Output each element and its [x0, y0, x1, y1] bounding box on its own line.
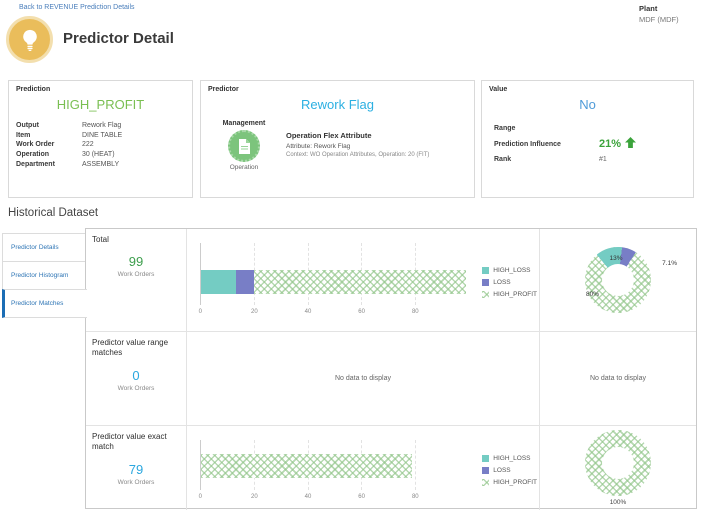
operation-document-icon: [228, 130, 260, 162]
predictor-value: Rework Flag: [301, 97, 374, 112]
prediction-field-row: Work Order 222: [16, 141, 94, 149]
range-row: Range: [494, 125, 516, 132]
influence-up-arrow-icon: [625, 135, 637, 153]
value-card: Value No Range Prediction Influence 21% …: [481, 80, 694, 198]
donut-label-high-loss: 13%: [609, 255, 623, 262]
range-matches-donut-nodata: No data to display: [540, 332, 696, 426]
legend-swatch-high-loss: [482, 454, 490, 462]
legend-swatch-loss: [482, 278, 490, 286]
exact-match-donut: [585, 430, 651, 496]
predictor-card-title: Predictor: [208, 86, 239, 93]
predictor-current-value: No: [579, 97, 596, 112]
plant-context: Plant MDF (MDF): [639, 4, 694, 24]
legend-swatch-high-profit: [482, 478, 490, 486]
total-row-header: Total 99 Work Orders: [86, 229, 187, 332]
exact-match-donut-chart: 100%: [540, 426, 696, 510]
prediction-card-title: Prediction: [16, 86, 51, 93]
total-count: 99: [128, 254, 144, 270]
rank-row: Rank #1: [494, 156, 607, 163]
lightbulb-icon: [6, 16, 53, 63]
management-label: Management: [222, 120, 266, 127]
prediction-card: Prediction HIGH_PROFIT Output Rework Flag…: [8, 80, 193, 198]
donut-label-high-profit: 80%: [586, 291, 600, 298]
bar-segment-high-profit: [254, 270, 466, 294]
total-donut-chart: 13% 7.1% 80%: [540, 229, 696, 332]
historical-dataset-title: Historical Dataset: [8, 207, 99, 219]
plant-value: MDF (MDF): [639, 15, 679, 24]
chart-legend: HIGH_LOSS LOSS HIGH_PROFIT: [468, 432, 537, 508]
legend-high-profit[interactable]: HIGH_PROFIT: [482, 478, 537, 486]
legend-high-profit[interactable]: HIGH_PROFIT: [482, 290, 537, 298]
range-matches-bar-nodata: No data to display: [187, 332, 540, 426]
value-card-title: Value: [489, 86, 508, 93]
total-stacked-bar: [201, 270, 468, 294]
bar-segment-high-loss: [201, 270, 236, 294]
legend-high-loss[interactable]: HIGH_LOSS: [482, 266, 537, 274]
plant-label: Plant: [639, 4, 658, 13]
predictor-card: Predictor Rework Flag Management Operati…: [200, 80, 475, 198]
exact-match-bar-chart: 0 20 40 60 80 HIGH_LOSS LOSS HIGH_PROFIT: [187, 426, 540, 510]
back-to-prediction-details-link[interactable]: Back to REVENUE Prediction Details: [19, 4, 135, 11]
bar-segment-high-profit: [201, 454, 413, 478]
context-line: Context: WO Operation Attributes, Operat…: [286, 152, 430, 158]
historical-dataset-panel: Total 99 Work Orders 0 20 40 60 80 HIGH_…: [85, 228, 697, 510]
donut-label-loss: 7.1%: [662, 260, 677, 267]
chart-legend: HIGH_LOSS LOSS HIGH_PROFIT: [468, 235, 537, 329]
historical-tabs: Predictor Details Predictor Histogram Pr…: [2, 233, 87, 318]
exact-match-row-header: Predictor value exact match 79 Work Orde…: [86, 426, 187, 510]
prediction-influence-row: Prediction Influence 21%: [494, 135, 686, 153]
tab-predictor-details[interactable]: Predictor Details: [2, 233, 86, 262]
total-bar-chart: 0 20 40 60 80 HIGH_LOSS LOSS HIGH_PROFIT: [187, 229, 540, 332]
donut-label-100: 100%: [609, 499, 627, 506]
prediction-field-row: Department ASSEMBLY: [16, 160, 120, 168]
prediction-field-row: Output Rework Flag: [16, 122, 122, 129]
operation-icon-label: Operation: [229, 164, 259, 171]
prediction-value: HIGH_PROFIT: [56, 97, 145, 112]
prediction-field-row: Item DINE TABLE: [16, 131, 123, 139]
range-matches-row-header: Predictor value range matches 0 Work Ord…: [86, 332, 187, 426]
legend-swatch-loss: [482, 466, 490, 474]
total-donut: 13% 7.1% 80%: [585, 247, 677, 313]
influence-value: 21%: [599, 138, 622, 150]
tab-predictor-histogram[interactable]: Predictor Histogram: [2, 261, 86, 290]
legend-high-loss[interactable]: HIGH_LOSS: [482, 454, 537, 462]
range-matches-count: 0: [132, 367, 140, 383]
legend-loss[interactable]: LOSS: [482, 278, 537, 286]
legend-swatch-high-profit: [482, 290, 490, 298]
rank-value: #1: [599, 156, 607, 163]
attribute-line: Attribute: Rework Flag: [286, 143, 351, 150]
exact-match-stacked-bar: [201, 454, 468, 478]
bar-segment-loss: [235, 270, 255, 294]
prediction-field-row: Operation 30 (HEAT): [16, 150, 115, 158]
page-title: Predictor Detail: [63, 30, 174, 47]
legend-loss[interactable]: LOSS: [482, 466, 537, 474]
attribute-title: Operation Flex Attribute: [286, 131, 372, 140]
exact-match-count: 79: [128, 461, 144, 477]
legend-swatch-high-loss: [482, 266, 490, 274]
tab-predictor-matches[interactable]: Predictor Matches: [2, 289, 87, 318]
